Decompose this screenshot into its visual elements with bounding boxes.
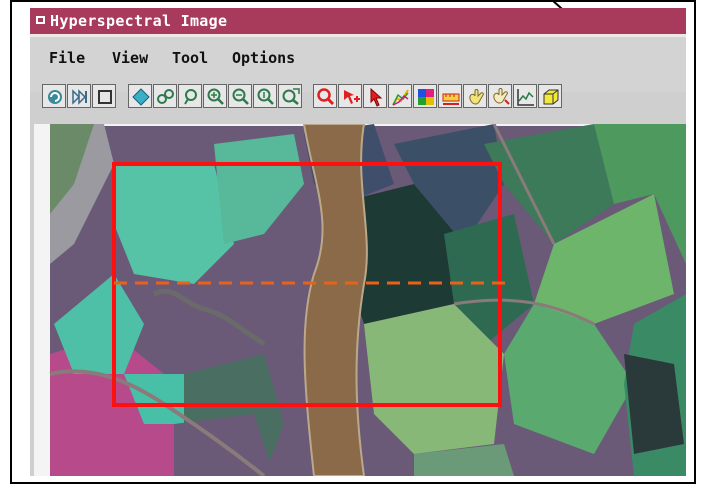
color-grid-button[interactable] <box>413 84 437 108</box>
select-arrow-button[interactable] <box>363 84 387 108</box>
zoom-out-icon <box>232 88 249 105</box>
stop-button[interactable] <box>92 84 116 108</box>
refresh-button[interactable] <box>42 84 66 108</box>
menu-view[interactable]: View <box>112 49 148 67</box>
zoom-out-button[interactable] <box>228 84 252 108</box>
menu-tool[interactable]: Tool <box>172 49 208 67</box>
spectral-plot-icon <box>392 89 409 106</box>
hand-pan-icon <box>493 88 510 105</box>
stop-icon <box>98 90 112 104</box>
cursor-red-button[interactable] <box>338 84 362 108</box>
window-menu-icon[interactable] <box>36 16 45 24</box>
hand-pan-button[interactable] <box>488 84 512 108</box>
image-viewport[interactable] <box>34 124 686 476</box>
hyperspectral-window: Hyperspectral Image File View Tool Optio… <box>30 8 686 476</box>
cursor-red-icon <box>344 90 360 104</box>
zoom-extent-icon <box>282 88 300 105</box>
magnify-red-button[interactable] <box>313 84 337 108</box>
hyperspectral-image <box>34 124 686 476</box>
refresh-icon <box>48 90 62 104</box>
skip-forward-button[interactable] <box>67 84 91 108</box>
spectral-plot-button[interactable] <box>388 84 412 108</box>
zoom-in-button[interactable] <box>203 84 227 108</box>
menu-file[interactable]: File <box>49 49 85 67</box>
cube-button[interactable] <box>538 84 562 108</box>
cube-icon <box>543 89 559 105</box>
zoom-back-button[interactable] <box>178 84 202 108</box>
select-arrow-icon <box>370 87 383 107</box>
zoom-back-icon <box>184 89 197 105</box>
profile-chart-button[interactable] <box>513 84 537 108</box>
hand-button[interactable] <box>463 84 487 108</box>
zoom-group-button[interactable] <box>153 84 177 108</box>
profile-chart-icon <box>517 89 534 106</box>
zoom-actual-icon <box>257 88 274 105</box>
skip-forward-icon <box>72 89 87 105</box>
zoom-extent-button[interactable] <box>278 84 302 108</box>
color-grid-icon <box>418 89 434 105</box>
zoom-group-icon <box>157 89 174 104</box>
zoom-in-icon <box>207 88 224 105</box>
titlebar[interactable]: Hyperspectral Image <box>30 8 686 34</box>
magnify-red-icon <box>317 88 335 106</box>
hand-icon <box>469 89 484 105</box>
ruler-icon <box>442 93 460 105</box>
diamond-icon <box>132 88 150 106</box>
ruler-button[interactable] <box>438 84 462 108</box>
window-title: Hyperspectral Image <box>50 12 228 30</box>
diamond-button[interactable] <box>128 84 152 108</box>
zoom-actual-button[interactable] <box>253 84 277 108</box>
menu-options[interactable]: Options <box>232 49 295 67</box>
